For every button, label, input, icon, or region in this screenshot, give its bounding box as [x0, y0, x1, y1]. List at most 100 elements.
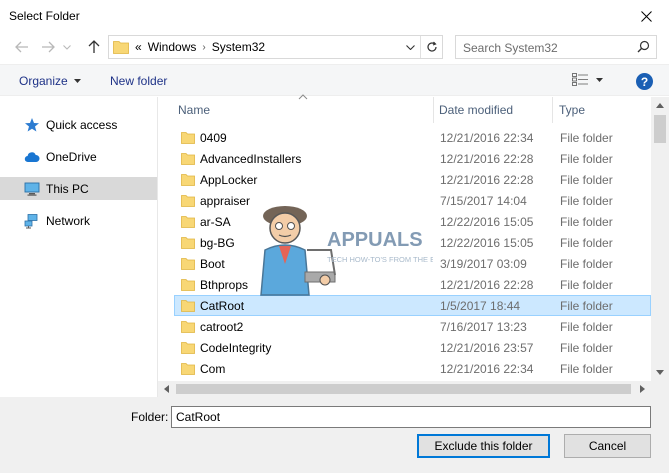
nav-item-network[interactable]: Network — [0, 209, 157, 232]
file-type: File folder — [560, 257, 613, 271]
file-type: File folder — [560, 362, 613, 376]
organize-label: Organize — [19, 74, 68, 88]
search-input[interactable]: Search System32 — [455, 35, 657, 59]
folder-icon — [181, 321, 195, 333]
column-divider[interactable] — [433, 97, 434, 123]
address-dropdown-button[interactable] — [402, 39, 418, 55]
folder-icon — [181, 132, 195, 144]
column-divider[interactable] — [552, 97, 553, 123]
refresh-button[interactable] — [420, 36, 442, 58]
dialog-footer: Folder: Exclude this folder Cancel — [0, 397, 669, 473]
scroll-left-icon — [164, 385, 169, 393]
scroll-down-button[interactable] — [651, 364, 669, 381]
vertical-scroll-thumb[interactable] — [654, 115, 666, 143]
nav-item-label: OneDrive — [46, 150, 97, 164]
file-date-modified: 7/15/2017 14:04 — [440, 194, 527, 208]
file-type: File folder — [560, 131, 613, 145]
scroll-right-icon — [640, 385, 645, 393]
recent-locations-button[interactable] — [60, 38, 74, 56]
close-button[interactable] — [623, 0, 669, 32]
column-type[interactable]: Type — [559, 103, 585, 117]
file-date-modified: 12/22/2016 15:05 — [440, 236, 534, 250]
scroll-right-button[interactable] — [634, 381, 651, 397]
file-date-modified: 12/21/2016 22:34 — [440, 131, 534, 145]
folder-icon — [181, 258, 195, 270]
exclude-folder-button[interactable]: Exclude this folder — [417, 434, 550, 458]
folder-icon — [181, 300, 195, 312]
table-row[interactable]: Com 12/21/2016 22:34 File folder — [174, 358, 651, 379]
arrow-up-icon — [88, 40, 100, 53]
folder-icon — [181, 279, 195, 291]
horizontal-scroll-thumb[interactable] — [176, 384, 631, 394]
watermark-tagline: TECH HOW-TO'S FROM THE EXPERTS! — [327, 255, 433, 264]
folder-icon — [181, 174, 195, 186]
breadcrumb-system32[interactable]: System32 — [212, 40, 265, 54]
vertical-scrollbar[interactable] — [651, 97, 669, 381]
file-type: File folder — [560, 236, 613, 250]
file-name: Bthprops — [200, 278, 249, 292]
nav-item-label: Network — [46, 214, 91, 228]
column-name[interactable]: Name — [178, 103, 210, 117]
file-type: File folder — [560, 299, 613, 313]
file-date-modified: 12/22/2016 15:05 — [440, 215, 534, 229]
folder-icon — [181, 237, 195, 249]
file-date-modified: 3/19/2017 03:09 — [440, 257, 527, 271]
chevron-down-icon — [63, 44, 71, 50]
nav-item-label: This PC — [46, 182, 89, 196]
window-title: Select Folder — [9, 9, 80, 23]
back-button[interactable] — [12, 38, 32, 56]
column-date-modified[interactable]: Date modified — [439, 103, 513, 117]
close-icon — [640, 10, 652, 22]
folder-field[interactable] — [171, 406, 651, 428]
file-name: CatRoot — [200, 299, 245, 313]
navigation-pane: Quick access OneDrive This PC Network — [0, 97, 158, 397]
nav-item-this-pc[interactable]: This PC — [0, 177, 157, 200]
folder-icon — [181, 195, 195, 207]
table-row[interactable]: 0409 12/21/2016 22:34 File folder — [174, 127, 651, 148]
breadcrumb-overflow[interactable]: « — [135, 40, 142, 54]
breadcrumb-separator-icon[interactable]: › — [202, 42, 205, 53]
cancel-button[interactable]: Cancel — [564, 434, 651, 458]
up-button[interactable] — [84, 38, 104, 56]
file-date-modified: 12/21/2016 23:57 — [440, 341, 534, 355]
scroll-down-icon — [656, 370, 664, 375]
chevron-down-icon — [405, 44, 415, 50]
arrow-left-icon — [15, 41, 28, 53]
help-icon[interactable]: ? — [636, 73, 653, 90]
folder-input[interactable] — [172, 407, 650, 427]
folder-icon — [113, 41, 129, 54]
table-row[interactable]: CodeIntegrity 12/21/2016 23:57 File folder — [174, 337, 651, 358]
horizontal-scrollbar[interactable] — [158, 381, 651, 397]
file-date-modified: 12/21/2016 22:28 — [440, 152, 534, 166]
breadcrumb: « Windows › System32 — [135, 40, 265, 54]
monitor-icon — [24, 182, 40, 196]
nav-item-onedrive[interactable]: OneDrive — [0, 145, 157, 168]
details-view-icon — [572, 73, 588, 86]
appuals-watermark: APPUALS TECH HOW-TO'S FROM THE EXPERTS! — [260, 206, 433, 296]
new-folder-button[interactable]: New folder — [110, 74, 167, 88]
file-name: CodeIntegrity — [200, 341, 272, 355]
file-name: bg-BG — [200, 236, 235, 250]
folder-label: Folder: — [131, 410, 169, 424]
file-date-modified: 12/21/2016 22:34 — [440, 362, 534, 376]
search-icon — [637, 40, 650, 53]
file-name: Boot — [200, 257, 225, 271]
file-date-modified: 12/21/2016 22:28 — [440, 278, 534, 292]
address-bar[interactable]: « Windows › System32 — [108, 35, 443, 59]
scroll-up-button[interactable] — [651, 97, 669, 114]
table-row[interactable]: catroot2 7/16/2017 13:23 File folder — [174, 316, 651, 337]
file-type: File folder — [560, 341, 613, 355]
file-date-modified: 12/21/2016 22:28 — [440, 173, 534, 187]
change-view-button[interactable] — [572, 73, 603, 86]
network-icon — [24, 214, 38, 229]
file-name: catroot2 — [200, 320, 244, 334]
breadcrumb-windows[interactable]: Windows — [148, 40, 197, 54]
scroll-left-button[interactable] — [158, 381, 175, 397]
scroll-up-icon — [656, 103, 664, 108]
nav-item-quick-access[interactable]: Quick access — [0, 113, 157, 136]
file-name: 0409 — [200, 131, 227, 145]
file-type: File folder — [560, 278, 613, 292]
forward-button[interactable] — [38, 38, 58, 56]
table-row[interactable]: AdvancedInstallers 12/21/2016 22:28 File f… — [174, 148, 651, 169]
organize-button[interactable]: Organize — [19, 74, 81, 88]
